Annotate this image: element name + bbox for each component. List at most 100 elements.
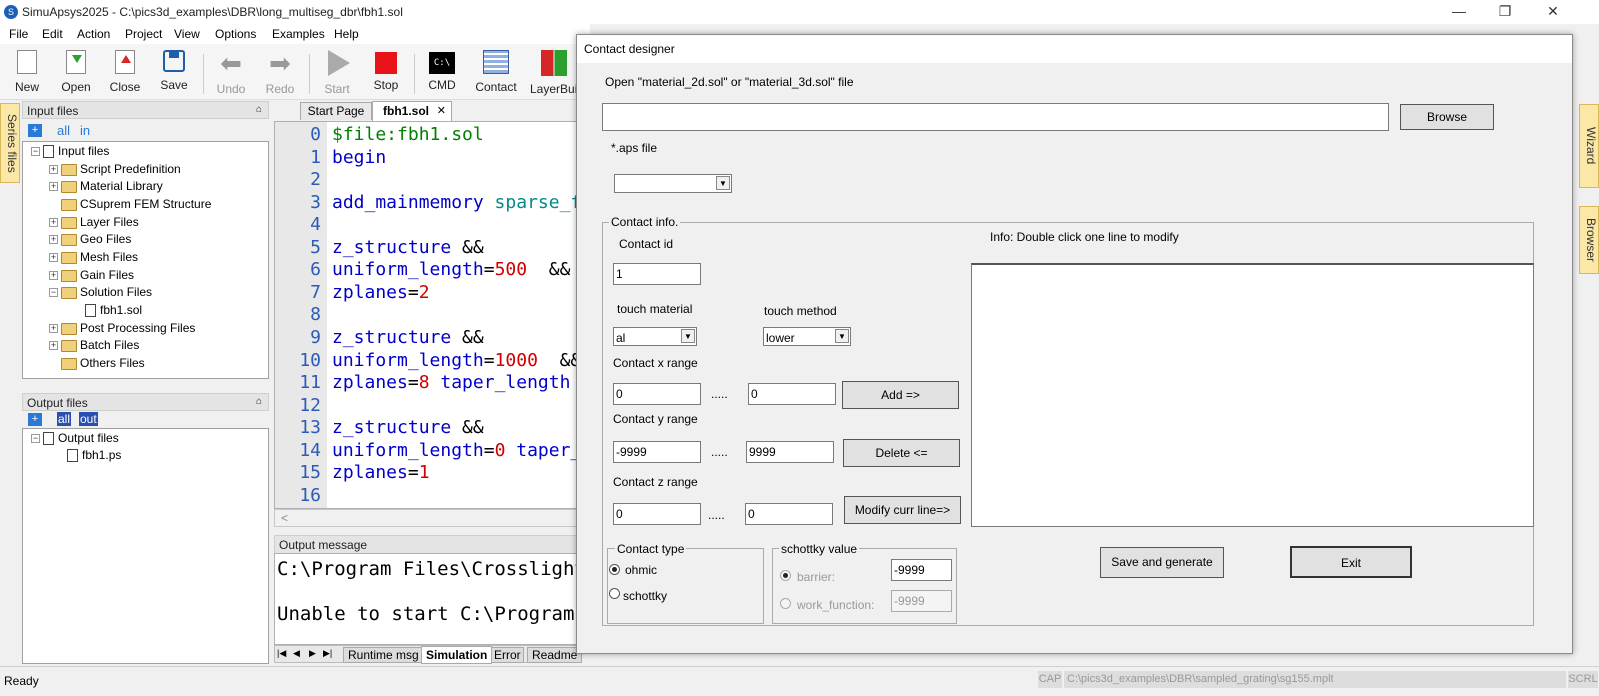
save-generate-button[interactable]: Save and generate bbox=[1100, 547, 1224, 578]
layerbuilder-button[interactable]: LayerBui bbox=[530, 48, 578, 96]
chevron-down-icon[interactable]: ▼ bbox=[681, 329, 695, 343]
x-max-input[interactable]: 0 bbox=[748, 383, 836, 405]
delete-contact-button[interactable]: Delete <= bbox=[843, 439, 960, 467]
add-input-icon[interactable]: + bbox=[28, 124, 42, 137]
scroll-left-icon[interactable]: < bbox=[281, 511, 288, 525]
expand-icon[interactable]: + bbox=[49, 324, 58, 334]
save-button[interactable]: Save bbox=[150, 48, 198, 92]
tab-simulation[interactable]: Simulation bbox=[421, 646, 493, 664]
tree-item-solution-files[interactable]: − Solution Files bbox=[49, 284, 152, 301]
menu-options[interactable]: Options bbox=[215, 27, 256, 41]
restore-button[interactable]: ❐ bbox=[1482, 0, 1528, 24]
menu-file[interactable]: File bbox=[9, 27, 28, 41]
tree-item-others-files[interactable]: +Others Files bbox=[49, 355, 145, 372]
tab-close-icon[interactable]: ✕ bbox=[437, 102, 446, 121]
tree-item-csuprem[interactable]: +CSuprem FEM Structure bbox=[49, 196, 211, 213]
chevron-down-icon[interactable]: ▼ bbox=[835, 329, 849, 343]
redo-button[interactable]: ➡ Redo bbox=[256, 48, 304, 96]
tree-item-batch-files[interactable]: + Batch Files bbox=[49, 337, 139, 354]
material-file-input[interactable] bbox=[602, 103, 1389, 131]
in-input-button[interactable]: in bbox=[80, 123, 90, 138]
close-window-button[interactable]: ✕ bbox=[1530, 0, 1576, 24]
barrier-input[interactable]: -9999 bbox=[891, 559, 952, 581]
cmd-button[interactable]: C:\ CMD bbox=[418, 48, 466, 92]
tree-item-mesh-files[interactable]: + Mesh Files bbox=[49, 249, 138, 266]
collapse-icon[interactable]: − bbox=[49, 288, 58, 298]
tree-item-gain-files[interactable]: + Gain Files bbox=[49, 267, 134, 284]
tab-error[interactable]: Error bbox=[491, 647, 524, 663]
tree-root-output[interactable]: − Output files bbox=[31, 430, 119, 447]
work-function-input[interactable]: -9999 bbox=[891, 590, 952, 612]
last-tab-icon[interactable]: ▶| bbox=[323, 648, 332, 659]
expand-icon[interactable]: + bbox=[49, 235, 58, 245]
menu-action[interactable]: Action bbox=[77, 27, 110, 41]
expand-icon[interactable]: + bbox=[49, 271, 58, 281]
tree-root-input[interactable]: − Input files bbox=[31, 143, 109, 160]
series-files-tab[interactable]: Series files bbox=[0, 103, 20, 183]
new-button[interactable]: New bbox=[3, 48, 51, 94]
aps-file-select[interactable]: ▼ bbox=[614, 174, 732, 193]
minimize-button[interactable]: — bbox=[1436, 0, 1482, 24]
tree-item-fbh1-sol[interactable]: fbh1.sol bbox=[85, 302, 142, 319]
next-tab-icon[interactable]: ▶ bbox=[309, 648, 316, 659]
menu-help[interactable]: Help bbox=[334, 27, 359, 41]
modify-line-button[interactable]: Modify curr line=> bbox=[844, 496, 961, 524]
add-contact-button[interactable]: Add => bbox=[842, 381, 959, 409]
tab-runtime-msg[interactable]: Runtime msg bbox=[343, 647, 424, 663]
add-output-icon[interactable]: + bbox=[28, 413, 42, 426]
editor-horizontal-scrollbar[interactable]: < bbox=[274, 509, 579, 527]
close-file-button[interactable]: Close bbox=[101, 48, 149, 94]
schottky-radio[interactable] bbox=[609, 588, 620, 599]
z-min-input[interactable]: 0 bbox=[613, 503, 701, 525]
y-max-input[interactable]: 9999 bbox=[746, 441, 834, 463]
code-editor[interactable]: 0 1 2 3 4 5 6 7 8 9 10 11 12 13 14 15 16… bbox=[274, 121, 579, 509]
browse-button[interactable]: Browse bbox=[1400, 104, 1494, 130]
tree-item-post-processing[interactable]: + Post Processing Files bbox=[49, 320, 195, 337]
browser-tab[interactable]: Browser bbox=[1579, 206, 1599, 274]
tree-item-material-library[interactable]: + Material Library bbox=[49, 178, 163, 195]
collapse-icon[interactable]: − bbox=[31, 434, 40, 444]
pin-icon[interactable]: ⌂ bbox=[256, 104, 262, 115]
expand-icon[interactable]: + bbox=[49, 218, 58, 228]
tab-fbh1-sol[interactable]: fbh1.sol ✕ bbox=[372, 101, 452, 121]
first-tab-icon[interactable]: |◀ bbox=[277, 648, 286, 659]
prev-tab-icon[interactable]: ◀ bbox=[293, 648, 300, 659]
tree-item-script-predefinition[interactable]: + Script Predefinition bbox=[49, 161, 181, 178]
output-message-area[interactable]: C:\Program Files\Crosslight Unable to st… bbox=[274, 553, 579, 645]
z-max-input[interactable]: 0 bbox=[745, 503, 833, 525]
tree-item-layer-files[interactable]: + Layer Files bbox=[49, 214, 139, 231]
tab-readme[interactable]: Readme bbox=[527, 647, 583, 663]
wizard-tab[interactable]: Wizard bbox=[1579, 104, 1599, 188]
out-output-button[interactable]: out bbox=[79, 412, 98, 426]
expand-icon[interactable]: + bbox=[49, 182, 58, 192]
menu-examples[interactable]: Examples bbox=[272, 27, 325, 41]
expand-icon[interactable]: + bbox=[49, 165, 58, 175]
touch-method-select[interactable]: lower ▼ bbox=[763, 327, 851, 346]
contact-button[interactable]: Contact bbox=[472, 48, 520, 94]
tree-item-geo-files[interactable]: + Geo Files bbox=[49, 231, 131, 248]
touch-material-select[interactable]: al ▼ bbox=[613, 327, 697, 346]
x-min-input[interactable]: 0 bbox=[613, 383, 701, 405]
expand-icon[interactable]: + bbox=[49, 341, 58, 351]
pin-icon[interactable]: ⌂ bbox=[256, 396, 262, 407]
barrier-radio[interactable] bbox=[780, 570, 791, 581]
all-input-button[interactable]: all bbox=[57, 123, 70, 138]
expand-icon[interactable]: + bbox=[49, 253, 58, 263]
ohmic-radio[interactable] bbox=[609, 564, 620, 575]
work-function-radio[interactable] bbox=[780, 598, 791, 609]
tree-item-fbh1-ps[interactable]: fbh1.ps bbox=[67, 447, 121, 464]
chevron-down-icon[interactable]: ▼ bbox=[716, 176, 730, 190]
menu-view[interactable]: View bbox=[174, 27, 200, 41]
collapse-icon[interactable]: − bbox=[31, 147, 40, 157]
stop-button[interactable]: Stop bbox=[362, 48, 410, 92]
tab-start-page[interactable]: Start Page bbox=[300, 102, 372, 120]
menu-edit[interactable]: Edit bbox=[42, 27, 63, 41]
exit-button[interactable]: Exit bbox=[1290, 546, 1412, 578]
undo-button[interactable]: ⬅ Undo bbox=[207, 48, 255, 96]
open-button[interactable]: Open bbox=[52, 48, 100, 94]
y-min-input[interactable]: -9999 bbox=[613, 441, 701, 463]
contact-id-input[interactable]: 1 bbox=[613, 263, 701, 285]
menu-project[interactable]: Project bbox=[125, 27, 162, 41]
start-button[interactable]: Start bbox=[313, 48, 361, 96]
all-output-button[interactable]: all bbox=[57, 412, 72, 426]
